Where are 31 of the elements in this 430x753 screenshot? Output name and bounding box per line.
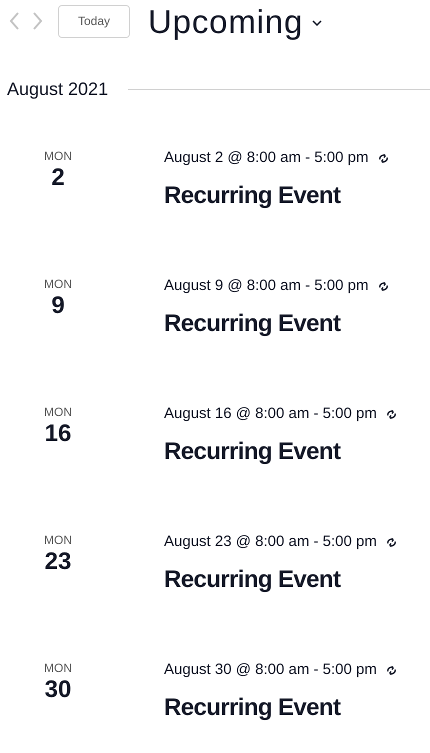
event-title[interactable]: Recurring Event xyxy=(164,310,388,338)
chevron-down-icon xyxy=(312,20,322,26)
day-number: 23 xyxy=(44,548,72,576)
day-number: 2 xyxy=(51,164,65,192)
next-icon[interactable] xyxy=(32,11,44,31)
day-number: 30 xyxy=(44,676,72,704)
event-time: August 23 @ 8:00 am - 5:00 pm xyxy=(164,533,377,551)
event-time: August 30 @ 8:00 am - 5:00 pm xyxy=(164,661,377,679)
recurring-icon xyxy=(386,408,397,420)
weekday: MON xyxy=(44,149,72,163)
event-title[interactable]: Recurring Event xyxy=(164,694,397,722)
month-heading: August 2021 xyxy=(7,78,108,101)
event-title[interactable]: Recurring Event xyxy=(164,182,388,210)
view-selector[interactable]: Upcoming xyxy=(148,4,322,38)
weekday: MON xyxy=(44,661,72,675)
day-number: 16 xyxy=(44,420,72,448)
day-number: 9 xyxy=(51,292,65,320)
recurring-icon xyxy=(386,536,397,548)
event-time: August 9 @ 8:00 am - 5:00 pm xyxy=(164,277,368,295)
recurring-icon xyxy=(386,664,397,676)
event-title[interactable]: Recurring Event xyxy=(164,438,397,466)
previous-icon[interactable] xyxy=(8,11,20,31)
recurring-icon xyxy=(378,280,388,292)
event-title[interactable]: Recurring Event xyxy=(164,566,397,594)
event-time: August 16 @ 8:00 am - 5:00 pm xyxy=(164,405,377,423)
recurring-icon xyxy=(378,152,388,164)
today-button[interactable]: Today xyxy=(58,4,130,38)
event-time: August 2 @ 8:00 am - 5:00 pm xyxy=(164,149,368,167)
weekday: MON xyxy=(44,405,72,419)
weekday: MON xyxy=(44,277,72,291)
weekday: MON xyxy=(44,533,72,547)
